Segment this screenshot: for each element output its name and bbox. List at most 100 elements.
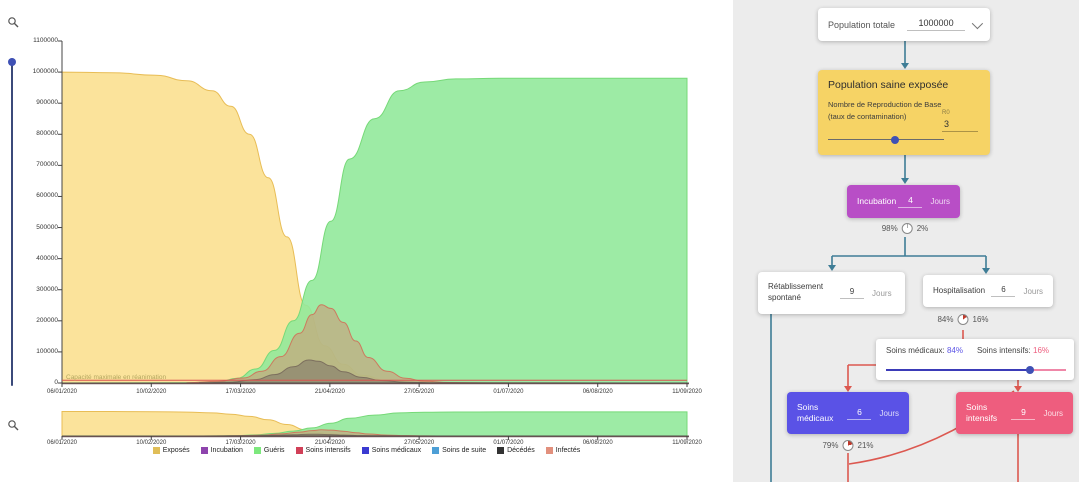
intensive-care-label: Soins intensifs bbox=[966, 402, 1011, 425]
chevron-down-icon[interactable] bbox=[972, 17, 983, 28]
legend-label: Guéris bbox=[264, 447, 285, 454]
legend-swatch-icon bbox=[546, 447, 553, 454]
y-tick-label: 900000 bbox=[16, 99, 58, 106]
medical-share: Soins médicaux: 84% bbox=[886, 346, 963, 355]
incubation-card: Incubation 4 Jours bbox=[847, 185, 960, 218]
medical-care-card: Soins médicaux 6 Jours bbox=[787, 392, 909, 434]
y-tick-label: 0 bbox=[16, 379, 58, 386]
hospitalisation-label: Hospitalisation bbox=[933, 286, 991, 297]
intensive-care-days-input[interactable]: 9 bbox=[1011, 407, 1035, 420]
r0-slider-handle[interactable] bbox=[891, 136, 899, 144]
legend-swatch-icon bbox=[432, 447, 439, 454]
recovery-label: Rétablissement spontané bbox=[768, 282, 840, 304]
split-left-percent: 79% bbox=[822, 441, 838, 450]
population-total-label: Population totale bbox=[828, 20, 895, 30]
legend-item[interactable]: Guéris bbox=[254, 447, 285, 454]
intensive-share-label: Soins intensifs: bbox=[977, 346, 1031, 355]
legend-label: Soins médicaux bbox=[372, 447, 421, 454]
hospital-split-row: 84% 16% bbox=[937, 314, 988, 325]
intensive-share-value: 16% bbox=[1033, 346, 1049, 355]
legend-item[interactable]: Décédés bbox=[497, 447, 535, 454]
care-split-slider-intensive-track bbox=[1030, 369, 1066, 371]
y-tick-label: 600000 bbox=[16, 192, 58, 199]
x-tick-label: 17/03/2020 bbox=[216, 440, 266, 446]
medical-share-label: Soins médicaux: bbox=[886, 346, 945, 355]
y-tick-label: 200000 bbox=[16, 317, 58, 324]
split-left-percent: 84% bbox=[937, 315, 953, 324]
split-right-percent: 2% bbox=[917, 224, 929, 233]
legend-swatch-icon bbox=[296, 447, 303, 454]
care-split-slider[interactable] bbox=[886, 369, 1066, 371]
intensive-care-card: Soins intensifs 9 Jours bbox=[956, 392, 1073, 434]
population-total-card: Population totale 1000000 bbox=[818, 8, 990, 41]
r0-input[interactable]: 3 bbox=[942, 116, 978, 132]
legend-item[interactable]: Soins de suite bbox=[432, 447, 486, 454]
legend-label: Soins de suite bbox=[442, 447, 486, 454]
split-left-percent: 98% bbox=[882, 224, 898, 233]
legend-item[interactable]: Exposés bbox=[153, 447, 190, 454]
legend-swatch-icon bbox=[153, 447, 160, 454]
x-tick-label: 21/04/2020 bbox=[305, 440, 355, 446]
legend-item[interactable]: Incubation bbox=[201, 447, 243, 454]
x-tick-label: 11/09/2020 bbox=[662, 440, 712, 446]
x-tick-label: 10/02/2020 bbox=[126, 440, 176, 446]
recovery-unit-label: Jours bbox=[872, 289, 892, 298]
legend-swatch-icon bbox=[497, 447, 504, 454]
r0-slider-label: Nombre de Reproduction de Base (taux de … bbox=[828, 99, 946, 123]
split-pie-icon bbox=[902, 223, 913, 234]
care-split-slider-handle[interactable] bbox=[1026, 366, 1034, 374]
legend-label: Soins intensifs bbox=[306, 447, 351, 454]
x-tick-label: 01/07/2020 bbox=[483, 440, 533, 446]
hospitalisation-unit-label: Jours bbox=[1023, 287, 1043, 296]
x-tick-label: 06/08/2020 bbox=[573, 440, 623, 446]
capacity-annotation: Capacité maximale en réanimation bbox=[66, 374, 166, 381]
legend-label: Décédés bbox=[507, 447, 535, 454]
split-right-percent: 16% bbox=[973, 315, 989, 324]
split-right-percent: 21% bbox=[858, 441, 874, 450]
incubation-split-row: 98% 2% bbox=[882, 223, 929, 234]
x-tick-label: 21/04/2020 bbox=[305, 389, 355, 395]
legend-label: Incubation bbox=[211, 447, 243, 454]
incubation-unit-label: Jours bbox=[930, 197, 950, 206]
y-tick-label: 800000 bbox=[16, 130, 58, 137]
legend-item[interactable]: Soins médicaux bbox=[362, 447, 421, 454]
r0-field: R0 3 bbox=[942, 110, 978, 132]
intensive-care-unit-label: Jours bbox=[1043, 409, 1063, 418]
x-tick-label: 17/03/2020 bbox=[216, 389, 266, 395]
medical-care-label: Soins médicaux bbox=[797, 402, 847, 425]
exposed-population-title: Population saine exposée bbox=[828, 79, 980, 91]
y-tick-label: 400000 bbox=[16, 255, 58, 262]
split-pie-icon bbox=[958, 314, 969, 325]
legend-label: Infectés bbox=[556, 447, 581, 454]
hospitalisation-days-input[interactable]: 6 bbox=[991, 285, 1015, 297]
hospitalisation-card: Hospitalisation 6 Jours bbox=[923, 275, 1053, 307]
legend-label: Exposés bbox=[163, 447, 190, 454]
x-tick-label: 06/08/2020 bbox=[573, 389, 623, 395]
y-tick-label: 1000000 bbox=[16, 68, 58, 75]
legend-swatch-icon bbox=[362, 447, 369, 454]
legend-item[interactable]: Soins intensifs bbox=[296, 447, 351, 454]
chart-legend: Exposés Incubation Guéris Soins intensifs So… bbox=[0, 447, 733, 454]
epidemic-simulator-app: 0100000200000300000400000500000600000700… bbox=[0, 0, 1079, 482]
x-tick-label: 06/01/2020 bbox=[37, 389, 87, 395]
spontaneous-recovery-card: Rétablissement spontané 9 Jours bbox=[758, 272, 905, 314]
intensive-share: Soins intensifs: 16% bbox=[977, 346, 1049, 355]
care-split-slider-medical-track bbox=[886, 369, 1030, 371]
epidemic-area-chart[interactable] bbox=[0, 0, 733, 482]
recovery-days-input[interactable]: 9 bbox=[840, 287, 864, 299]
exposed-population-card: Population saine exposée Nombre de Repro… bbox=[818, 70, 990, 155]
x-tick-label: 10/02/2020 bbox=[126, 389, 176, 395]
y-tick-label: 100000 bbox=[16, 348, 58, 355]
x-tick-label: 27/05/2020 bbox=[394, 440, 444, 446]
medical-care-days-input[interactable]: 6 bbox=[847, 407, 871, 420]
care-split-tooltip: Soins médicaux: 84% Soins intensifs: 16% bbox=[876, 339, 1074, 380]
x-tick-label: 11/09/2020 bbox=[662, 389, 712, 395]
legend-item[interactable]: Infectés bbox=[546, 447, 581, 454]
incubation-days-input[interactable]: 4 bbox=[898, 195, 922, 208]
legend-swatch-icon bbox=[254, 447, 261, 454]
r0-slider[interactable] bbox=[828, 139, 944, 141]
y-tick-label: 700000 bbox=[16, 161, 58, 168]
medical-split-row: 79% 21% bbox=[822, 440, 873, 451]
y-tick-label: 300000 bbox=[16, 286, 58, 293]
population-total-input[interactable]: 1000000 bbox=[907, 18, 965, 31]
